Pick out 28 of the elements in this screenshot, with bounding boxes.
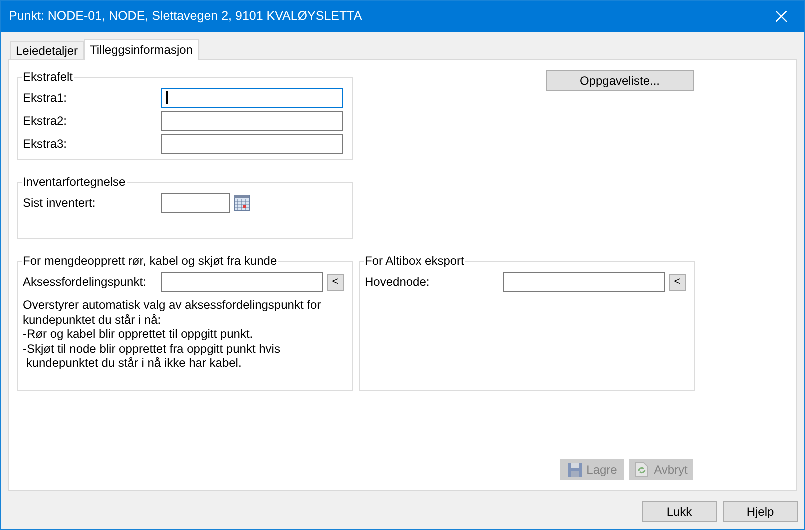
- field-label: Ekstra1:: [23, 90, 68, 106]
- input-field[interactable]: [161, 272, 323, 292]
- dialog-button[interactable]: Hjelp: [723, 501, 798, 522]
- input-field[interactable]: [161, 110, 343, 130]
- group-title: For Altibox eksport: [364, 253, 466, 270]
- group-title: Inventarfortegnelse: [22, 174, 127, 191]
- document-refresh-icon: [634, 462, 650, 478]
- field-label: Ekstra3:: [23, 136, 68, 152]
- calendar-icon[interactable]: [234, 195, 250, 211]
- field-label: Hovednode:: [365, 274, 431, 291]
- input-field[interactable]: [161, 88, 343, 108]
- task-list-button[interactable]: Oppgaveliste...: [546, 70, 694, 91]
- group-title: For mengdeopprett rør, kabel og skjøt fra kunde: [22, 253, 278, 270]
- pick-button[interactable]: <: [669, 274, 686, 290]
- tab[interactable]: Tilleggsinformasjon: [84, 39, 199, 60]
- pick-button[interactable]: <: [327, 274, 344, 290]
- dialog-button[interactable]: Lukk: [642, 501, 717, 522]
- field-label: Aksessfordelingspunkt:: [23, 274, 148, 291]
- window-title: Punkt: NODE-01, NODE, Slettavegen 2, 9101 KVALØYSLETTA: [9, 8, 362, 26]
- description-text: Overstyrer automatisk valg av aksessfordelingspunkt for kundepunktet du står i nå: -Rør og kabel blir opprettet til oppgitt punkt. -Skjøt til node blir opprettet fra oppgitt punkt hvis kundepunktet du står i nå ikke har kabel.: [23, 298, 322, 370]
- input-field[interactable]: [161, 134, 343, 154]
- field-label: Ekstra2:: [23, 112, 68, 130]
- tab[interactable]: Leiedetaljer: [10, 41, 84, 59]
- input-field[interactable]: [503, 272, 665, 292]
- group-title: Ekstrafelt: [22, 69, 74, 86]
- input-field[interactable]: [161, 193, 230, 213]
- field-label: Sist inventert:: [23, 195, 97, 212]
- close-icon: [776, 11, 786, 22]
